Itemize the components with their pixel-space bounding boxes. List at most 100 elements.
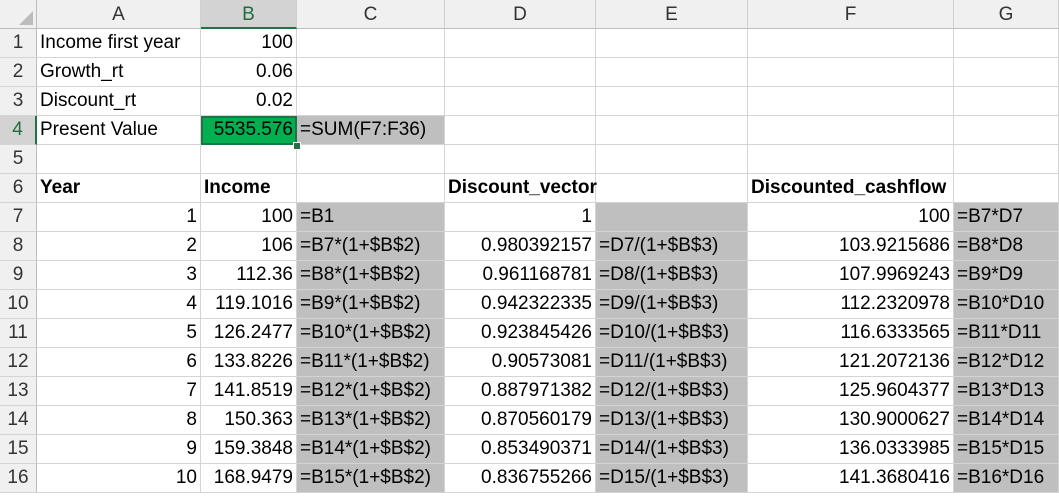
cell-b16[interactable]: 168.9479: [201, 464, 297, 493]
cell-d11[interactable]: 0.923845426: [445, 319, 596, 348]
row-header-5[interactable]: 5: [0, 145, 37, 174]
cell-d13[interactable]: 0.887971382: [445, 377, 596, 406]
cell-e2[interactable]: [596, 58, 748, 87]
cell-c2[interactable]: [297, 58, 445, 87]
cell-b5[interactable]: [201, 145, 297, 174]
row-header-13[interactable]: 13: [0, 377, 37, 406]
cell-d8[interactable]: 0.980392157: [445, 232, 596, 261]
cell-c15[interactable]: =B14*(1+$B$2): [297, 435, 445, 464]
cell-e15[interactable]: =D14/(1+$B$3): [596, 435, 748, 464]
cell-d4[interactable]: [445, 116, 596, 145]
row-header-9[interactable]: 9: [0, 261, 37, 290]
row-header-15[interactable]: 15: [0, 435, 37, 464]
cell-c11[interactable]: =B10*(1+$B$2): [297, 319, 445, 348]
column-header-c[interactable]: C: [297, 0, 445, 29]
cell-b3[interactable]: 0.02: [201, 87, 297, 116]
cell-f14[interactable]: 130.9000627: [748, 406, 954, 435]
cell-d9[interactable]: 0.961168781: [445, 261, 596, 290]
row-header-14[interactable]: 14: [0, 406, 37, 435]
row-header-8[interactable]: 8: [0, 232, 37, 261]
cell-a3[interactable]: Discount_rt: [37, 87, 201, 116]
cell-b14[interactable]: 150.363: [201, 406, 297, 435]
cell-a8[interactable]: 2: [37, 232, 201, 261]
cell-b2[interactable]: 0.06: [201, 58, 297, 87]
column-header-e[interactable]: E: [596, 0, 748, 29]
column-header-d[interactable]: D: [445, 0, 596, 29]
cell-b1[interactable]: 100: [201, 29, 297, 58]
cell-f6[interactable]: Discounted_cashflow: [748, 174, 954, 203]
cell-f9[interactable]: 107.9969243: [748, 261, 954, 290]
cell-g6[interactable]: [954, 174, 1059, 203]
row-header-2[interactable]: 2: [0, 58, 37, 87]
cell-g8[interactable]: =B8*D8: [954, 232, 1059, 261]
cell-g7[interactable]: =B7*D7: [954, 203, 1059, 232]
cell-g4[interactable]: [954, 116, 1059, 145]
cell-g3[interactable]: [954, 87, 1059, 116]
row-header-1[interactable]: 1: [0, 29, 37, 58]
cell-b9[interactable]: 112.36: [201, 261, 297, 290]
cell-a14[interactable]: 8: [37, 406, 201, 435]
cell-d1[interactable]: [445, 29, 596, 58]
cell-e1[interactable]: [596, 29, 748, 58]
cell-g16[interactable]: =B16*D16: [954, 464, 1059, 493]
cell-f15[interactable]: 136.0333985: [748, 435, 954, 464]
cell-d15[interactable]: 0.853490371: [445, 435, 596, 464]
cell-b10[interactable]: 119.1016: [201, 290, 297, 319]
cell-c1[interactable]: [297, 29, 445, 58]
cell-b8[interactable]: 106: [201, 232, 297, 261]
cell-d6[interactable]: Discount_vector: [445, 174, 597, 203]
cell-b12[interactable]: 133.8226: [201, 348, 297, 377]
cell-e12[interactable]: =D11/(1+$B$3): [596, 348, 748, 377]
cell-e6[interactable]: [596, 174, 748, 203]
cell-a12[interactable]: 6: [37, 348, 201, 377]
cell-a10[interactable]: 4: [37, 290, 201, 319]
cell-e7[interactable]: [596, 203, 748, 232]
cell-e10[interactable]: =D9/(1+$B$3): [596, 290, 748, 319]
row-header-7[interactable]: 7: [0, 203, 37, 232]
cell-c7[interactable]: =B1: [297, 203, 445, 232]
cell-e14[interactable]: =D13/(1+$B$3): [596, 406, 748, 435]
cell-e4[interactable]: [596, 116, 748, 145]
cell-e8[interactable]: =D7/(1+$B$3): [596, 232, 748, 261]
cell-e5[interactable]: [596, 145, 748, 174]
row-header-4[interactable]: 4: [0, 116, 37, 145]
cell-g1[interactable]: [954, 29, 1059, 58]
row-header-11[interactable]: 11: [0, 319, 37, 348]
cell-c14[interactable]: =B13*(1+$B$2): [297, 406, 445, 435]
cell-c16[interactable]: =B15*(1+$B$2): [297, 464, 445, 493]
cell-c4[interactable]: =SUM(F7:F36): [297, 116, 445, 145]
cell-a15[interactable]: 9: [37, 435, 201, 464]
column-header-f[interactable]: F: [748, 0, 954, 29]
cell-a7[interactable]: 1: [37, 203, 201, 232]
cell-a6[interactable]: Year: [37, 174, 201, 203]
cell-e3[interactable]: [596, 87, 748, 116]
cell-g5[interactable]: [954, 145, 1059, 174]
cell-c3[interactable]: [297, 87, 445, 116]
row-header-6[interactable]: 6: [0, 174, 37, 203]
cell-d5[interactable]: [445, 145, 596, 174]
cell-f4[interactable]: [748, 116, 954, 145]
cell-c12[interactable]: =B11*(1+$B$2): [297, 348, 445, 377]
cell-d10[interactable]: 0.942322335: [445, 290, 596, 319]
column-header-b[interactable]: B: [201, 0, 297, 29]
cell-a11[interactable]: 5: [37, 319, 201, 348]
cell-f10[interactable]: 112.2320978: [748, 290, 954, 319]
cell-f12[interactable]: 121.2072136: [748, 348, 954, 377]
cell-c6[interactable]: [297, 174, 445, 203]
cell-a4[interactable]: Present Value: [37, 116, 201, 145]
cell-c8[interactable]: =B7*(1+$B$2): [297, 232, 445, 261]
cell-g14[interactable]: =B14*D14: [954, 406, 1059, 435]
row-header-3[interactable]: 3: [0, 87, 37, 116]
cell-d16[interactable]: 0.836755266: [445, 464, 596, 493]
cell-a1[interactable]: Income first year: [37, 29, 201, 58]
row-header-10[interactable]: 10: [0, 290, 37, 319]
cell-b15[interactable]: 159.3848: [201, 435, 297, 464]
cell-f13[interactable]: 125.9604377: [748, 377, 954, 406]
cell-a16[interactable]: 10: [37, 464, 201, 493]
cell-f16[interactable]: 141.3680416: [748, 464, 954, 493]
cell-a9[interactable]: 3: [37, 261, 201, 290]
cell-e9[interactable]: =D8/(1+$B$3): [596, 261, 748, 290]
cell-e11[interactable]: =D10/(1+$B$3): [596, 319, 748, 348]
select-all-corner[interactable]: [0, 0, 37, 29]
cell-g13[interactable]: =B13*D13: [954, 377, 1059, 406]
